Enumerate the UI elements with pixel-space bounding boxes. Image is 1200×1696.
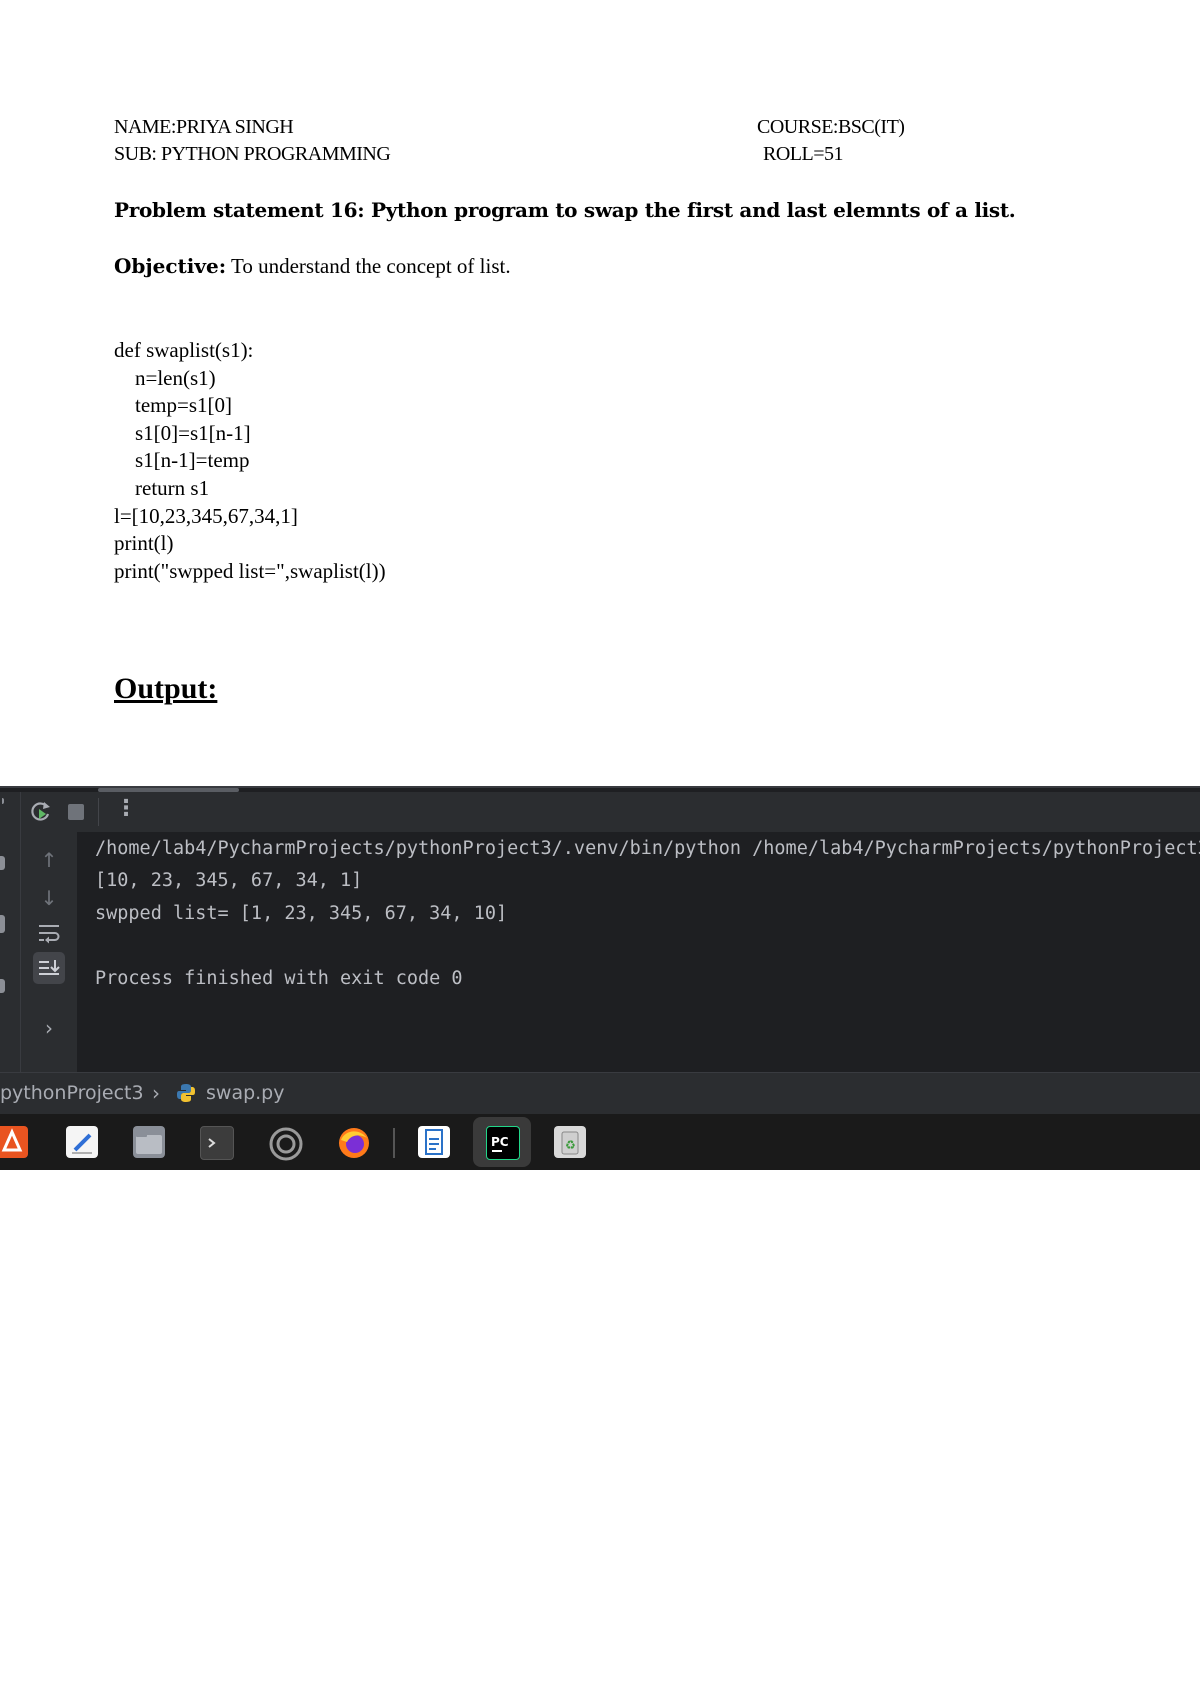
svg-text:♻: ♻ [565, 1138, 576, 1152]
more-options-icon[interactable]: ⋮ [115, 796, 137, 821]
console-line: [10, 23, 345, 67, 34, 1] [95, 870, 363, 891]
text-editor-icon[interactable] [66, 1126, 98, 1158]
breadcrumb: pythonProject3 › swap.py [0, 1072, 1200, 1115]
chevron-right-icon: › [152, 1081, 160, 1105]
trash-icon[interactable]: ♻ [554, 1126, 586, 1158]
objective-text: To understand the concept of list. [226, 254, 511, 278]
student-name: NAME:PRIYA SINGH [114, 116, 294, 138]
code-line: print("swpped list=",swaplist(l)) [114, 558, 386, 583]
code-line: temp=s1[0] [114, 393, 232, 418]
code-line: n=len(s1) [114, 365, 216, 390]
python-file-icon [176, 1083, 196, 1108]
code-listing: def swaplist(s1): n=len(s1) temp=s1[0] s… [114, 337, 386, 585]
output-heading: Output: [114, 672, 218, 705]
taskbar: PC ♻ [0, 1114, 1200, 1170]
terminal-icon[interactable] [200, 1126, 234, 1160]
arrow-down-icon[interactable]: ↓ [21, 886, 77, 910]
soft-wrap-icon[interactable] [21, 922, 77, 949]
scroll-to-end-icon[interactable] [33, 952, 65, 984]
files-icon[interactable] [133, 1126, 165, 1158]
code-line: l=[10,23,345,67,34,1] [114, 503, 298, 528]
svg-text:PC: PC [491, 1135, 509, 1149]
console-line: Process finished with exit code 0 [95, 968, 463, 989]
app-center-icon[interactable] [0, 1126, 28, 1158]
code-line: return s1 [114, 475, 210, 500]
roll-number: ROLL=51 [763, 143, 844, 165]
libreoffice-writer-icon[interactable] [418, 1126, 450, 1158]
console-line: swpped list= [1, 23, 345, 67, 34, 10] [95, 903, 508, 924]
taskbar-separator [393, 1128, 395, 1158]
problem-statement: Problem statement 16: Python program to … [114, 198, 1016, 222]
strip-tool-icon[interactable] [0, 979, 5, 993]
tool-window-strip [0, 792, 21, 1072]
console-line: /home/lab4/PycharmProjects/pythonProject… [95, 838, 1200, 859]
ide-run-panel: ⋮ ↑ ↓ › /home/lab4/PycharmProjects/pytho… [0, 786, 1200, 1170]
objective-label: Objective: [114, 254, 227, 278]
strip-tool-icon[interactable] [0, 915, 5, 933]
breadcrumb-file[interactable]: swap.py [206, 1082, 285, 1104]
toolbar-separator [98, 798, 99, 826]
arrow-up-icon[interactable]: ↑ [21, 848, 77, 872]
pycharm-icon[interactable]: PC [486, 1126, 520, 1160]
breadcrumb-project[interactable]: pythonProject3 [0, 1082, 144, 1104]
code-line: s1[n-1]=temp [114, 448, 250, 473]
code-line: s1[0]=s1[n-1] [114, 420, 251, 445]
subject: SUB: PYTHON PROGRAMMING [114, 143, 391, 165]
code-line: print(l) [114, 531, 174, 556]
run-toolbar: ⋮ [21, 792, 1200, 832]
objective: Objective: To understand the concept of … [114, 254, 511, 279]
stop-icon[interactable] [68, 804, 84, 820]
console-gutter: ↑ ↓ › [21, 832, 77, 1072]
strip-dots-icon[interactable] [2, 798, 4, 804]
chevron-right-icon[interactable]: › [21, 1016, 77, 1040]
rerun-icon[interactable] [27, 798, 53, 828]
strip-tool-icon[interactable] [0, 856, 5, 870]
code-line: def swaplist(s1): [114, 338, 254, 362]
firefox-icon[interactable] [337, 1126, 369, 1158]
course: COURSE:BSC(IT) [757, 116, 905, 138]
console-output[interactable]: /home/lab4/PycharmProjects/pythonProject… [77, 832, 1200, 1072]
settings-icon[interactable] [268, 1126, 303, 1161]
